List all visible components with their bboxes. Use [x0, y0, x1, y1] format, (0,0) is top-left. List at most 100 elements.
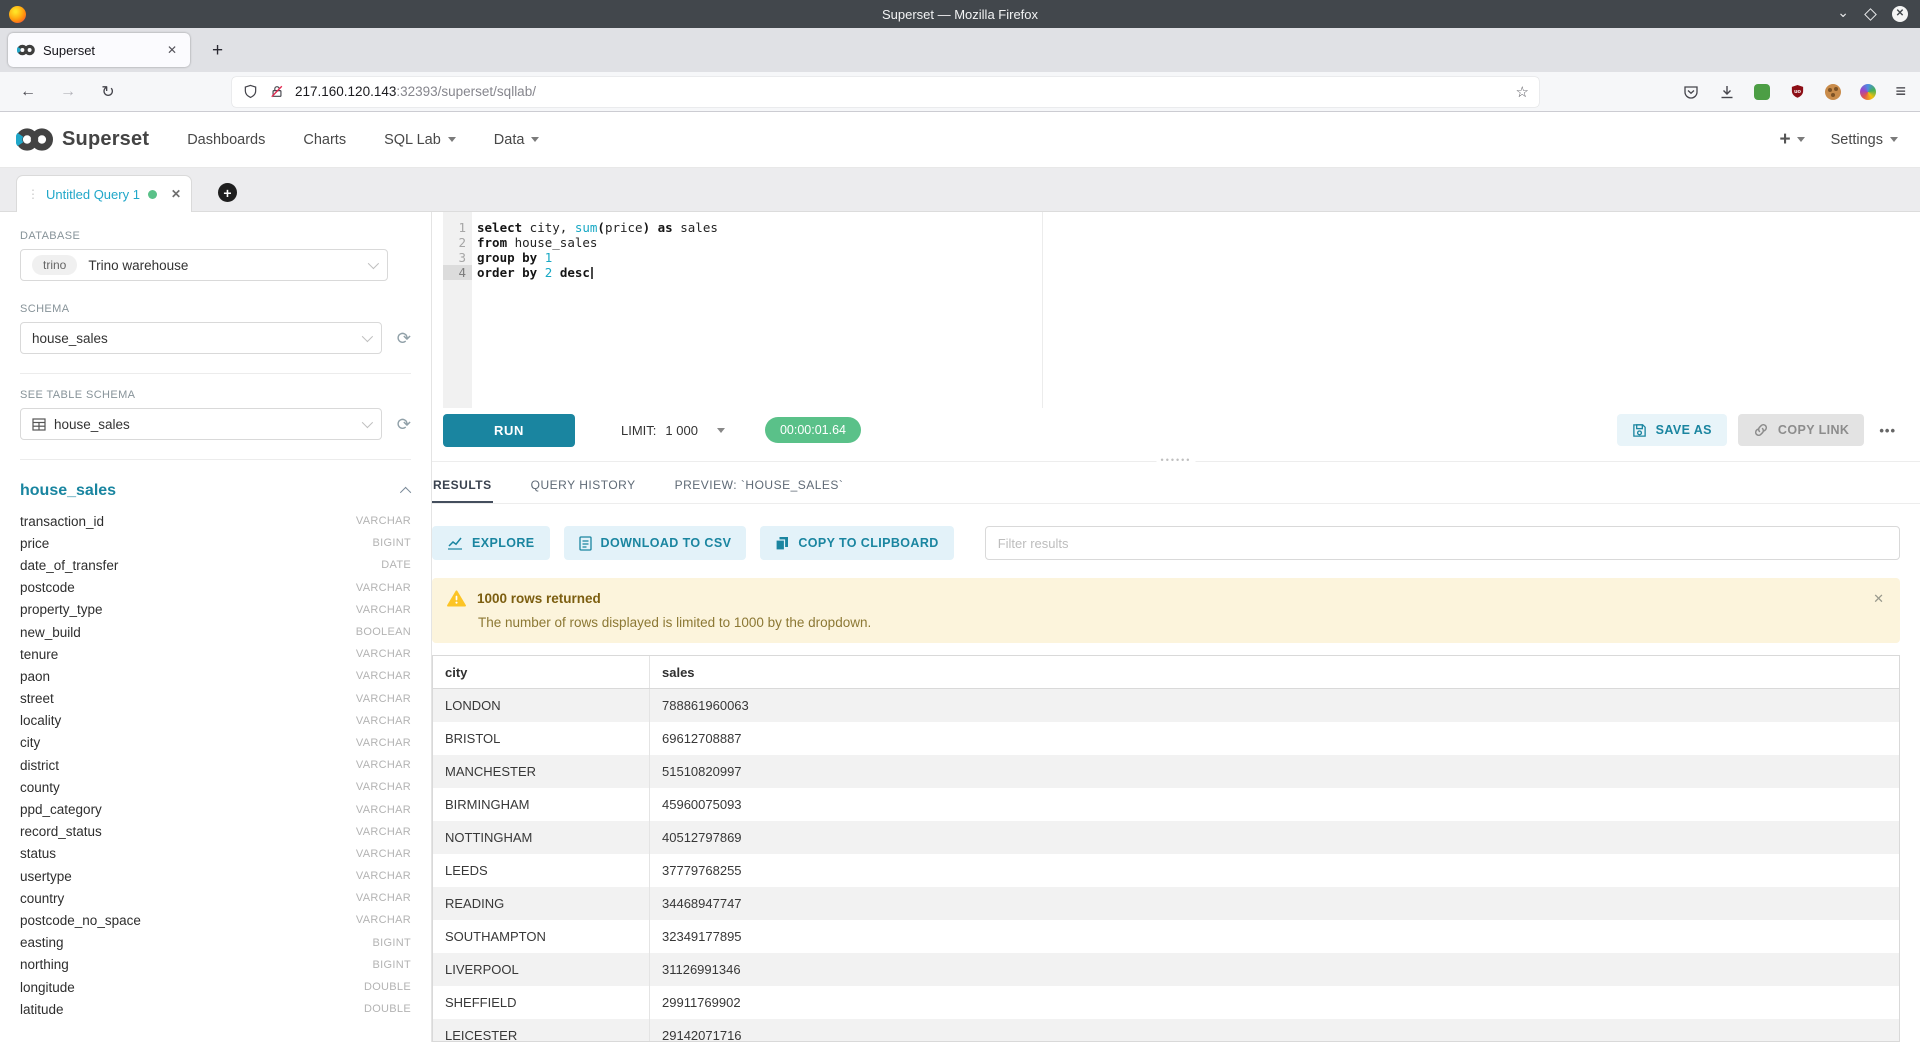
database-label: DATABASE: [20, 230, 411, 242]
downloads-icon[interactable]: [1718, 83, 1735, 100]
column-header-sales[interactable]: sales: [650, 656, 1899, 688]
schema-column-row: paonVARCHAR: [20, 665, 411, 687]
code-line: group by 1: [472, 250, 1920, 265]
column-name: transaction_id: [20, 514, 356, 529]
copy-clipboard-button[interactable]: COPY TO CLIPBOARD: [760, 526, 953, 560]
nav-item-charts[interactable]: Charts: [303, 112, 346, 167]
tracking-shield-icon[interactable]: [242, 83, 259, 100]
new-tab-button[interactable]: +: [206, 41, 229, 60]
alert-message: The number of rows displayed is limited …: [478, 615, 1860, 630]
results-tab-results[interactable]: RESULTS: [432, 472, 493, 503]
results-tab-preview[interactable]: PREVIEW: `HOUSE_SALES`: [674, 472, 845, 503]
column-type: VARCHAR: [356, 515, 411, 527]
column-name: city: [20, 735, 356, 750]
explore-button[interactable]: EXPLORE: [432, 526, 550, 560]
schema-column-row: longitudeDOUBLE: [20, 976, 411, 998]
sql-editor[interactable]: 1234 select city, sum(price) as salesfro…: [432, 212, 1920, 408]
code-line: order by 2 desc: [472, 265, 1920, 280]
column-name: county: [20, 780, 356, 795]
schema-column-row: postcode_no_spaceVARCHAR: [20, 909, 411, 931]
copy-link-button[interactable]: COPY LINK: [1738, 414, 1864, 446]
code-token: house_sales: [507, 235, 597, 250]
query-tab-close-icon[interactable]: ✕: [171, 187, 181, 201]
table-select[interactable]: house_sales: [20, 408, 382, 440]
column-type: VARCHAR: [356, 848, 411, 860]
code-token: (: [597, 220, 605, 235]
code-token: city,: [522, 220, 575, 235]
bookmark-star-icon[interactable]: ☆: [1516, 83, 1529, 101]
column-header-city[interactable]: city: [433, 656, 650, 688]
nav-item-label: Charts: [303, 132, 346, 148]
reload-icon[interactable]: ↻: [96, 82, 120, 102]
column-type: BIGINT: [373, 937, 411, 949]
download-csv-button[interactable]: DOWNLOAD TO CSV: [564, 526, 747, 560]
results-tab-query-history[interactable]: QUERY HISTORY: [530, 472, 637, 503]
browser-tab[interactable]: Superset ✕: [8, 33, 190, 67]
extension-pinwheel-icon[interactable]: [1860, 84, 1876, 100]
database-select[interactable]: trino Trino warehouse: [20, 249, 388, 281]
schema-column-row: districtVARCHAR: [20, 754, 411, 776]
column-type: VARCHAR: [356, 759, 411, 771]
schema-column-row: property_typeVARCHAR: [20, 599, 411, 621]
query-status-dot: [148, 190, 157, 199]
limit-dropdown[interactable]: LIMIT: 1 000: [621, 423, 725, 438]
query-tab[interactable]: ⋮ Untitled Query 1 ✕: [16, 175, 192, 212]
nav-item-label: Dashboards: [187, 132, 265, 148]
editor-gutter: 1234: [443, 212, 472, 408]
window-close-icon[interactable]: ✕: [1892, 6, 1908, 22]
schema-column-row: statusVARCHAR: [20, 843, 411, 865]
more-actions-button[interactable]: •••: [1875, 423, 1900, 438]
pocket-icon[interactable]: [1682, 83, 1699, 100]
forward-icon[interactable]: →: [56, 83, 80, 101]
schema-column-row: eastingBIGINT: [20, 932, 411, 954]
alert-close-icon[interactable]: ✕: [1873, 591, 1884, 607]
column-type: DOUBLE: [364, 1003, 411, 1015]
window-minimize-icon[interactable]: ⌄: [1837, 5, 1849, 19]
table-row: LONDON788861960063: [433, 689, 1899, 722]
nav-item-sql-lab[interactable]: SQL Lab: [384, 112, 456, 167]
caret-down-icon: [1890, 137, 1898, 142]
tab-close-icon[interactable]: ✕: [163, 41, 181, 59]
svg-text:uo: uo: [1795, 89, 1802, 95]
schema-column-row: cityVARCHAR: [20, 732, 411, 754]
pane-splitter[interactable]: ••••••: [432, 452, 1920, 472]
code-token: desc: [560, 265, 590, 280]
schema-column-row: ppd_categoryVARCHAR: [20, 798, 411, 820]
drag-handle-icon[interactable]: ⋮: [27, 187, 38, 201]
table-columns-list: transaction_idVARCHARpriceBIGINTdate_of_…: [20, 510, 411, 1020]
table-cell: 29142071716: [650, 1019, 1899, 1042]
results-table: citysales LONDON788861960063BRISTOL69612…: [432, 655, 1900, 1042]
code-token: select: [477, 220, 522, 235]
cookie-icon[interactable]: [1825, 84, 1841, 100]
refresh-table-icon[interactable]: ⟳: [397, 416, 411, 433]
alert-title: 1000 rows returned: [477, 591, 601, 606]
superset-logo[interactable]: Superset: [16, 127, 149, 152]
ublock-icon[interactable]: uo: [1789, 83, 1806, 100]
add-new-button[interactable]: +: [1779, 130, 1804, 149]
filter-results-input[interactable]: [985, 526, 1900, 560]
column-type: VARCHAR: [356, 648, 411, 660]
menu-icon[interactable]: ≡: [1895, 81, 1906, 102]
column-name: date_of_transfer: [20, 558, 381, 573]
file-icon: [579, 536, 592, 551]
run-button[interactable]: RUN: [443, 414, 575, 447]
schema-select[interactable]: house_sales: [20, 322, 382, 354]
window-maximize-icon[interactable]: [1864, 8, 1877, 21]
new-query-tab-button[interactable]: +: [218, 183, 237, 202]
back-icon[interactable]: ←: [16, 83, 40, 101]
database-type-badge: trino: [32, 255, 77, 275]
column-name: locality: [20, 713, 356, 728]
brand-name: Superset: [62, 128, 149, 151]
save-as-button[interactable]: SAVE AS: [1617, 414, 1727, 446]
table-row: BIRMINGHAM45960075093: [433, 788, 1899, 821]
chart-icon: [447, 536, 463, 550]
settings-menu[interactable]: Settings: [1831, 132, 1898, 148]
privacy-badger-icon[interactable]: [1754, 84, 1770, 100]
nav-item-data[interactable]: Data: [494, 112, 540, 167]
insecure-lock-icon[interactable]: [268, 83, 285, 100]
table-cell: 34468947747: [650, 887, 1899, 920]
nav-item-dashboards[interactable]: Dashboards: [187, 112, 265, 167]
refresh-schema-icon[interactable]: ⟳: [397, 330, 411, 347]
results-table-header: citysales: [433, 656, 1899, 689]
url-bar[interactable]: 217.160.120.143:32393/superset/sqllab/ ☆: [232, 77, 1539, 107]
